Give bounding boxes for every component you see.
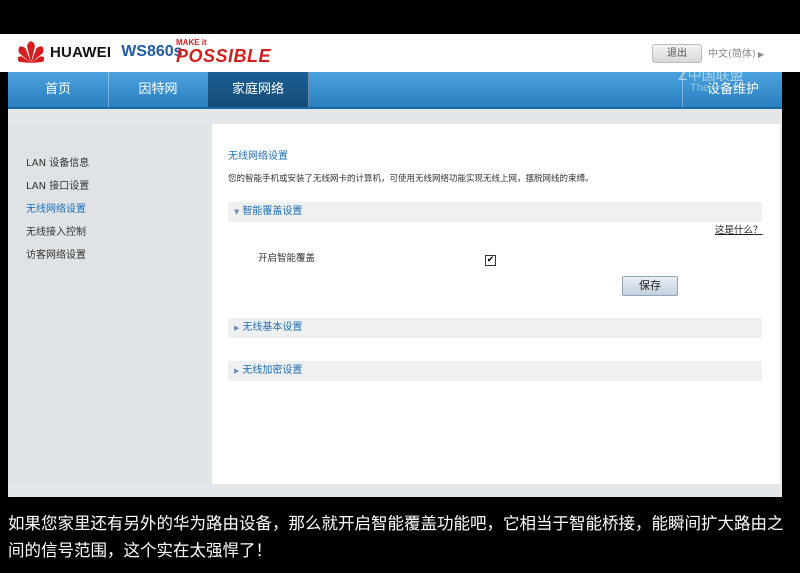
triangle-right-icon: ▶ bbox=[234, 367, 240, 375]
sidebar-item-wireless-settings[interactable]: 无线网络设置 bbox=[26, 200, 86, 215]
panel-wireless-basic[interactable]: ▶ 无线基本设置 bbox=[228, 318, 762, 338]
caption-text: 如果您家里还有另外的华为路由设备，那么就开启智能覆盖功能吧，它相当于智能桥接，能… bbox=[8, 514, 784, 560]
triangle-right-icon: ▶ bbox=[757, 50, 764, 59]
panel-wireless-basic-label: 无线基本设置 bbox=[242, 322, 303, 333]
language-selector[interactable]: 中文(简体) ▶ bbox=[708, 45, 764, 60]
slogan-bottom: POSSIBLE bbox=[176, 46, 272, 66]
huawei-flower-icon bbox=[18, 41, 44, 63]
nav-internet[interactable]: 因特网 bbox=[108, 72, 209, 107]
panel-wireless-encryption[interactable]: ▶ 无线加密设置 bbox=[228, 361, 762, 381]
page-title: 无线网络设置 bbox=[228, 151, 288, 162]
watermark-text: Z中国联盟 bbox=[678, 68, 744, 84]
main-nav: 首页 因特网 家庭网络 设备维护 bbox=[8, 72, 782, 109]
header: HUAWEI WS860s MAKE it POSSIBLE 退出 中文(简体)… bbox=[0, 34, 800, 72]
sidebar-item-lan-device-info[interactable]: LAN 设备信息 bbox=[26, 154, 89, 169]
top-black-band bbox=[0, 0, 800, 34]
smart-coverage-label: 开启智能覆盖 bbox=[258, 253, 316, 264]
brand-name: HUAWEI bbox=[50, 43, 112, 61]
language-label: 中文(简体) bbox=[708, 49, 756, 60]
panel-smart-coverage[interactable]: ▼ 智能覆盖设置 bbox=[228, 202, 762, 222]
caption-divider bbox=[0, 498, 800, 500]
triangle-down-icon: ▼ bbox=[234, 208, 240, 216]
triangle-right-icon: ▶ bbox=[234, 324, 240, 332]
help-link[interactable]: 这是什么？ bbox=[715, 222, 763, 236]
sidebar-item-lan-interface[interactable]: LAN 接口设置 bbox=[26, 177, 89, 192]
sidebar-item-guest-network[interactable]: 访客网络设置 bbox=[26, 246, 86, 261]
panel-smart-coverage-label: 智能覆盖设置 bbox=[242, 206, 303, 217]
sidebar-item-wireless-access-control[interactable]: 无线接入控制 bbox=[26, 223, 86, 238]
panel-wireless-encryption-label: 无线加密设置 bbox=[242, 365, 303, 376]
slogan: MAKE it POSSIBLE bbox=[176, 39, 271, 66]
nav-home[interactable]: 首页 bbox=[8, 72, 109, 107]
smart-coverage-checkbox[interactable]: ✔ bbox=[485, 255, 496, 266]
model-name: WS860s bbox=[121, 43, 183, 60]
watermark-text-2: The bbox=[690, 82, 709, 94]
save-button[interactable]: 保存 bbox=[622, 276, 678, 296]
logout-button[interactable]: 退出 bbox=[652, 44, 702, 63]
huawei-logo: HUAWEI WS860s bbox=[18, 40, 183, 64]
nav-home-network[interactable]: 家庭网络 bbox=[208, 72, 309, 107]
page-description: 您的智能手机或安装了无线网卡的计算机，可使用无线网络功能实现无线上网，摆脱网线的… bbox=[228, 174, 594, 184]
